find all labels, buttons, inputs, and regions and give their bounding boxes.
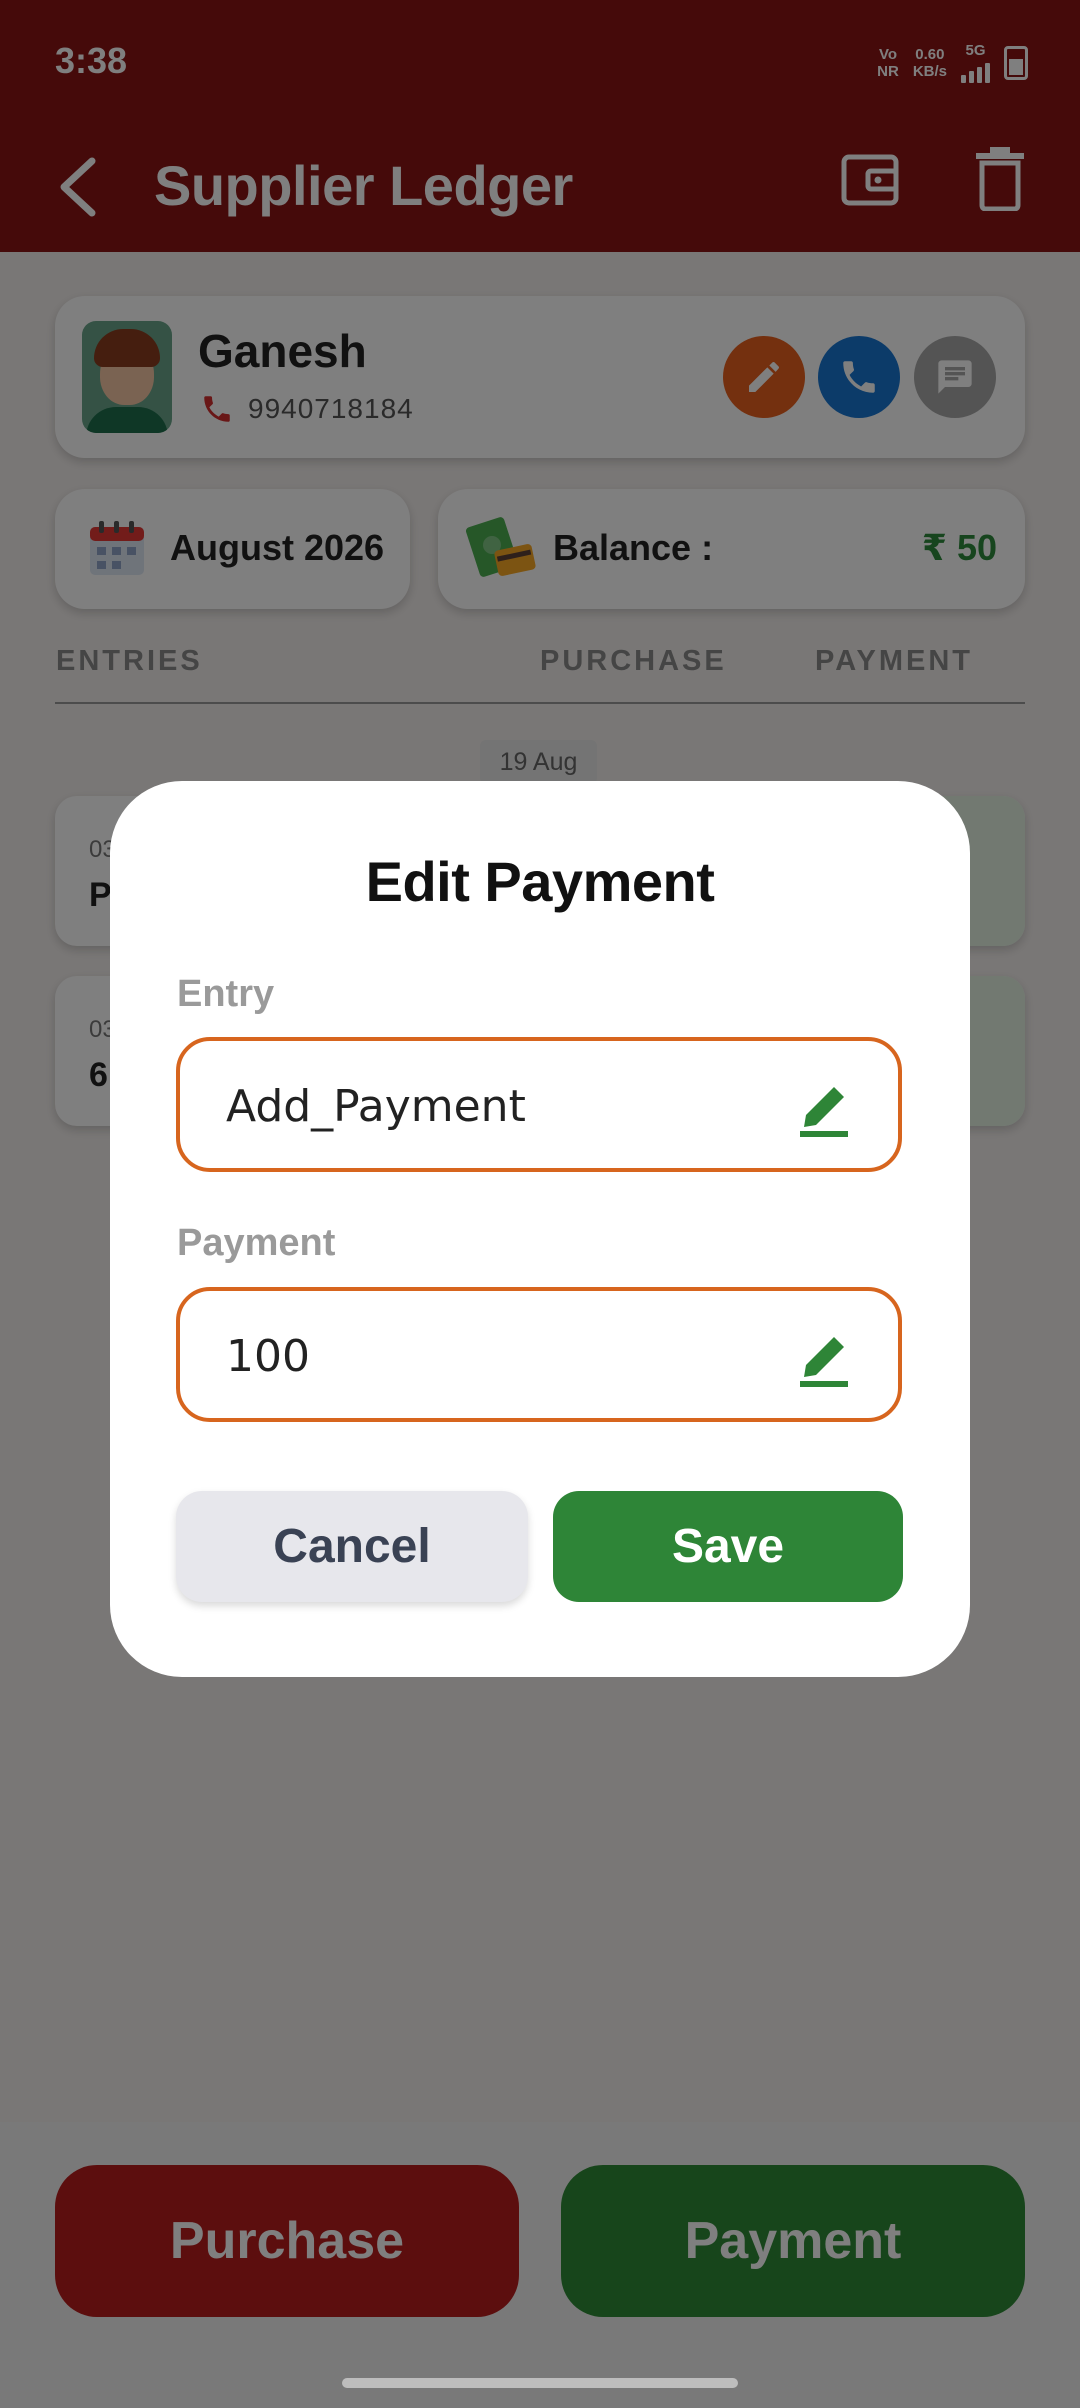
save-button[interactable]: Save — [553, 1491, 903, 1602]
payment-label: Payment — [177, 1222, 336, 1264]
edit-icon — [800, 1087, 848, 1137]
edit-icon — [800, 1337, 848, 1387]
dialog-title: Edit Payment — [365, 850, 715, 913]
entry-input[interactable]: Add_Payment — [176, 1037, 902, 1172]
payment-amount-input[interactable]: 100 — [176, 1287, 902, 1422]
payment-input-value: 100 — [226, 1331, 310, 1382]
home-indicator[interactable] — [342, 2378, 738, 2388]
entry-input-value: Add_Payment — [226, 1081, 526, 1132]
entry-label: Entry — [177, 973, 275, 1015]
edit-payment-dialog: Edit Payment Entry Add_Payment Payment 1… — [110, 781, 970, 1677]
cancel-button[interactable]: Cancel — [176, 1491, 528, 1602]
